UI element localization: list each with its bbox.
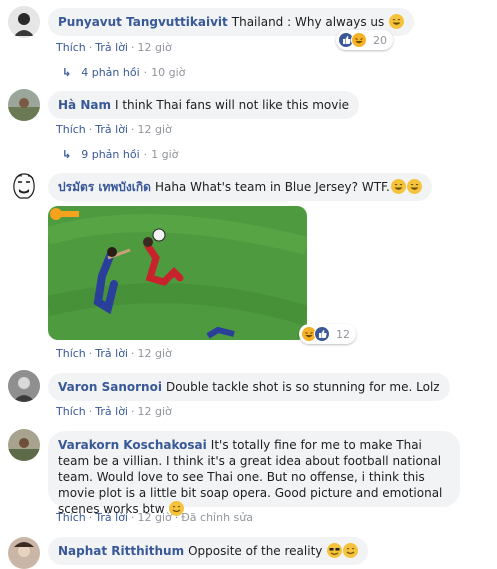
- like-link[interactable]: Thích: [56, 41, 86, 54]
- reply-arrow-icon: ↳: [62, 66, 72, 79]
- comment-author[interactable]: Varon Sanornoi: [58, 380, 162, 394]
- like-link[interactable]: Thích: [56, 405, 86, 418]
- replies-count[interactable]: 9 phản hồi: [81, 148, 139, 161]
- comment-bubble: Varon Sanornoi Double tackle shot is so s…: [48, 373, 450, 401]
- comment-actions: Thích · Trả lời · 12 giờ: [56, 123, 172, 136]
- comment-author[interactable]: Punyavut Tangvuttikaivit: [58, 15, 228, 29]
- view-replies-link[interactable]: ↳ 9 phản hồi · 1 giờ: [62, 148, 178, 161]
- like-link[interactable]: Thích: [56, 511, 86, 524]
- comment-bubble: Hà Nam I think Thai fans will not like th…: [48, 91, 360, 119]
- comment-actions: Thích · Trả lời · 12 giờ · Đã chỉnh sửa: [56, 511, 253, 524]
- like-link[interactable]: Thích: [56, 347, 86, 360]
- replies-time: 10 giờ: [151, 66, 186, 79]
- comment-time[interactable]: 12 giờ: [138, 347, 172, 360]
- comment-text: Haha What's team in Blue Jersey? WTF.: [154, 180, 390, 194]
- laughing-emoji-icon: [390, 179, 406, 194]
- view-replies-link[interactable]: ↳ 4 phản hồi · 10 giờ: [62, 66, 185, 79]
- comment-author[interactable]: Varakorn Koschakosai: [58, 438, 207, 452]
- smiling-emoji-icon: [343, 543, 359, 558]
- laughing-emoji-icon: [389, 14, 405, 29]
- avatar[interactable]: [8, 429, 40, 461]
- comment-text: Double tackle shot is so stunning for me…: [165, 380, 440, 394]
- reaction-summary[interactable]: 20: [336, 30, 393, 50]
- haha-reaction-icon: [351, 32, 367, 48]
- comment-time[interactable]: 12 giờ: [138, 405, 172, 418]
- laughing-emoji-icon: [406, 179, 422, 194]
- comment-bubble: ปรมัตร เทพบังเกิด Haha What's team in Blu…: [48, 173, 432, 201]
- reaction-count: 12: [336, 327, 350, 341]
- comment-time[interactable]: 12 giờ: [138, 41, 172, 54]
- avatar[interactable]: [8, 6, 40, 38]
- reply-link[interactable]: Trả lời: [95, 41, 128, 54]
- comment-bubble: Naphat Ritthithum Opposite of the reality: [48, 537, 369, 565]
- avatar[interactable]: [8, 370, 40, 402]
- comment-author[interactable]: Naphat Ritthithum: [58, 544, 184, 558]
- reply-link[interactable]: Trả lời: [95, 123, 128, 136]
- comment-time[interactable]: 12 giờ: [138, 511, 172, 524]
- reply-link[interactable]: Trả lời: [95, 405, 128, 418]
- comment-actions: Thích · Trả lời · 12 giờ: [56, 41, 172, 54]
- comment-actions: Thích · Trả lời · 12 giờ: [56, 405, 172, 418]
- edited-label[interactable]: Đã chỉnh sửa: [181, 511, 253, 524]
- sunglasses-emoji-icon: [327, 543, 343, 558]
- avatar[interactable]: [8, 537, 40, 569]
- comment-time[interactable]: 12 giờ: [138, 123, 172, 136]
- comment-actions: Thích · Trả lời · 12 giờ: [56, 347, 172, 360]
- comment-image[interactable]: [48, 206, 307, 340]
- comment-author[interactable]: Hà Nam: [58, 98, 111, 112]
- comment-text: Thailand : Why always us: [231, 15, 385, 29]
- reaction-summary[interactable]: 12: [299, 324, 356, 344]
- like-link[interactable]: Thích: [56, 123, 86, 136]
- reply-arrow-icon: ↳: [62, 148, 72, 161]
- avatar[interactable]: [8, 89, 40, 121]
- replies-time: 1 giờ: [151, 148, 179, 161]
- avatar[interactable]: [8, 170, 40, 202]
- reaction-count: 20: [373, 33, 387, 47]
- replies-count[interactable]: 4 phản hồi: [81, 66, 139, 79]
- comment-author[interactable]: ปรมัตร เทพบังเกิด: [58, 180, 151, 194]
- like-reaction-icon: [314, 326, 330, 342]
- reply-link[interactable]: Trả lời: [95, 511, 128, 524]
- comment-text: Opposite of the reality: [188, 544, 323, 558]
- reply-link[interactable]: Trả lời: [95, 347, 128, 360]
- comment-text: I think Thai fans will not like this mov…: [114, 98, 350, 112]
- comment-bubble: Varakorn Koschakosai It's totally fine fo…: [48, 431, 460, 516]
